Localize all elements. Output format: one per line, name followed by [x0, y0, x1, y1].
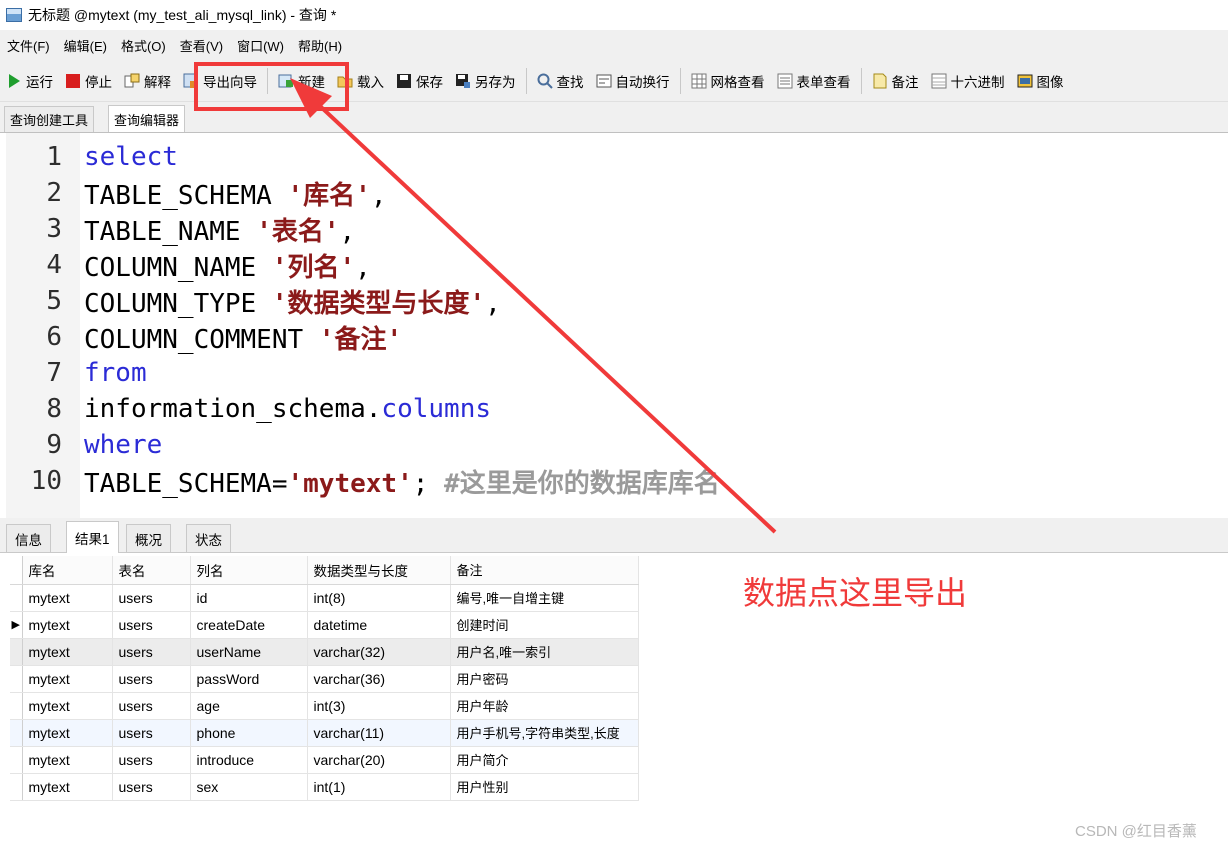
annotation-arrow: [290, 78, 777, 534]
watermark: CSDN @红目香薰: [1075, 823, 1197, 840]
annotation-text: 数据点这里导出: [743, 574, 968, 612]
